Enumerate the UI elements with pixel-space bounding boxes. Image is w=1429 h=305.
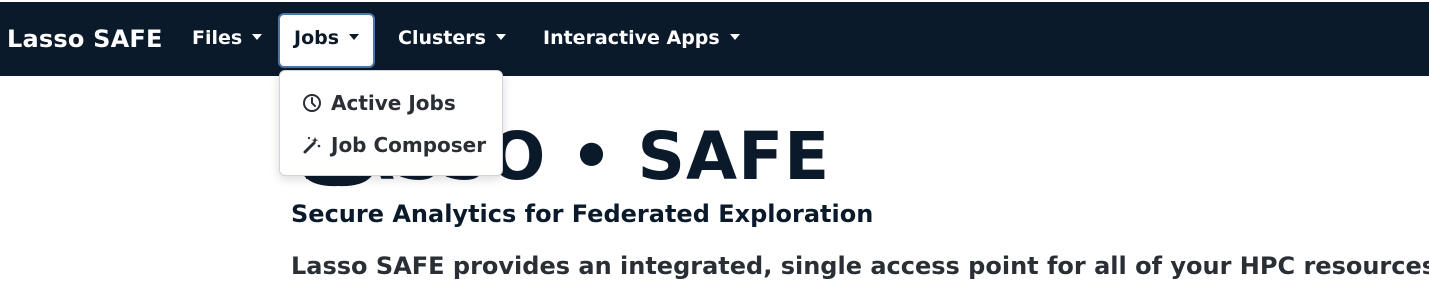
nav-interactive-apps-dropdown[interactable]: Interactive Apps [543,27,740,49]
nav-jobs-dropdown[interactable]: Jobs [278,13,376,68]
caret-down-icon [729,34,740,40]
caret-down-icon [349,34,360,40]
magic-wand-icon [303,136,321,154]
nav-jobs-label: Jobs [294,27,340,49]
nav-interactive-apps-label: Interactive Apps [543,27,720,49]
menu-item-job-composer[interactable]: Job Composer [302,133,486,157]
caret-down-icon [495,34,506,40]
hero-description: Lasso SAFE provides an integrated, singl… [291,252,1429,280]
hero-subtitle: Secure Analytics for Federated Explorati… [291,200,874,228]
nav-files-dropdown[interactable]: Files [192,27,263,49]
menu-item-label: Active Jobs [331,91,456,115]
nav-files-label: Files [192,27,243,49]
menu-item-label: Job Composer [331,133,487,157]
clock-icon [303,94,321,112]
nav-clusters-label: Clusters [398,27,486,49]
caret-down-icon [252,34,263,40]
top-navbar: Lasso SAFE Files Jobs Clusters Interacti… [0,0,1429,76]
brand-link[interactable]: Lasso SAFE [7,25,163,53]
menu-item-active-jobs[interactable]: Active Jobs [302,91,456,115]
nav-clusters-dropdown[interactable]: Clusters [398,27,506,49]
jobs-dropdown-menu: Active Jobs Job Composer [279,70,503,176]
